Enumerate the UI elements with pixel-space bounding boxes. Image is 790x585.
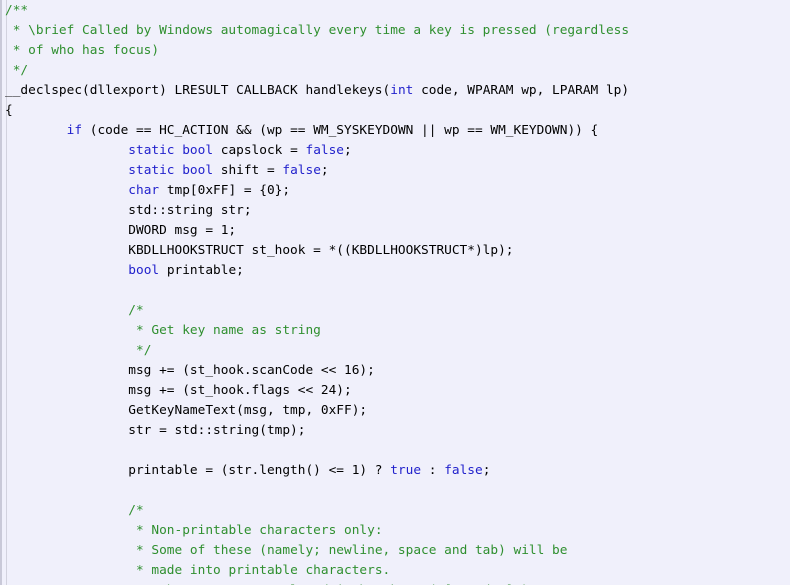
code-line: msg += (st_hook.flags << 24); — [5, 381, 629, 401]
code-token-plain: msg += (st_hook.scanCode << 16); — [5, 363, 375, 378]
code-token-keyword: false — [305, 143, 345, 158]
code-token-comment: * \brief Called by Windows automagically… — [5, 23, 630, 38]
code-line: * Others are encapsulated in brackets ('… — [5, 581, 629, 585]
code-token-plain: (code == HC_ACTION && (wp == WM_SYSKEYDO… — [82, 123, 599, 138]
code-line: /* — [5, 501, 629, 521]
code-token-comment: * made into printable characters. — [128, 563, 391, 578]
code-line: std::string str; — [5, 201, 629, 221]
code-token-plain: capslock = — [213, 143, 306, 158]
code-token-keyword: int — [390, 83, 414, 98]
code-token-plain: msg += (st_hook.flags << 24); — [5, 383, 352, 398]
code-token-plain: __declspec(dllexport) LRESULT CALLBACK h… — [5, 83, 391, 98]
code-line: DWORD msg = 1; — [5, 221, 629, 241]
code-line: * Some of these (namely; newline, space … — [5, 541, 629, 561]
code-token-plain: ; — [482, 463, 491, 478]
code-line: * Non-printable characters only: — [5, 521, 629, 541]
code-token-comment: */ — [5, 63, 29, 78]
code-line: * made into printable characters. — [5, 561, 629, 581]
code-token-plain: { — [5, 103, 13, 118]
code-token-plain: printable; — [159, 263, 244, 278]
code-line: static bool capslock = false; — [5, 141, 629, 161]
code-line: /** — [5, 1, 629, 21]
code-line: msg += (st_hook.scanCode << 16); — [5, 361, 629, 381]
code-token-comment: * of who has focus) — [5, 43, 160, 58]
code-line: printable = (str.length() <= 1) ? true :… — [5, 461, 629, 481]
code-token-plain: ; — [320, 163, 329, 178]
code-token-comment: /* — [128, 303, 144, 318]
code-token-plain: str = std::string(tmp); — [5, 423, 306, 438]
code-token-plain: printable = (str.length() <= 1) ? — [5, 463, 391, 478]
code-token-comment: * Get key name as string — [128, 323, 321, 338]
code-text-block[interactable]: /** * \brief Called by Windows automagic… — [5, 1, 629, 585]
code-token-comment: * Non-printable characters only: — [128, 523, 383, 538]
code-line: str = std::string(tmp); — [5, 421, 629, 441]
code-token-plain: tmp[0xFF] = {0}; — [159, 183, 291, 198]
code-token-plain: GetKeyNameText(msg, tmp, 0xFF); — [5, 403, 368, 418]
code-token-keyword: static bool — [128, 163, 214, 178]
code-token-comment: */ — [128, 343, 152, 358]
code-line: if (code == HC_ACTION && (wp == WM_SYSKE… — [5, 121, 629, 141]
code-line: __declspec(dllexport) LRESULT CALLBACK h… — [5, 81, 629, 101]
code-token-plain: : — [421, 463, 445, 478]
code-line: char tmp[0xFF] = {0}; — [5, 181, 629, 201]
code-line: /* — [5, 301, 629, 321]
code-token-plain: ; — [344, 143, 352, 158]
code-token-comment: /** — [5, 3, 29, 18]
code-token-keyword: false — [444, 463, 483, 478]
code-line: * of who has focus) — [5, 41, 629, 61]
code-line: static bool shift = false; — [5, 161, 629, 181]
code-token-plain: code, WPARAM wp, LPARAM lp) — [413, 83, 630, 98]
code-token-keyword: false — [282, 163, 321, 178]
code-token-plain: std::string str; — [5, 203, 252, 218]
code-token-keyword: static bool — [128, 143, 214, 158]
code-line: bool printable; — [5, 261, 629, 281]
code-line: * \brief Called by Windows automagically… — [5, 21, 629, 41]
code-token-keyword: if — [66, 123, 83, 138]
code-editor-view[interactable]: /** * \brief Called by Windows automagic… — [0, 0, 790, 585]
code-line: * Get key name as string — [5, 321, 629, 341]
code-token-plain: shift = — [213, 163, 283, 178]
code-token-plain: KBDLLHOOKSTRUCT st_hook = *((KBDLLHOOKST… — [5, 243, 514, 258]
code-line: KBDLLHOOKSTRUCT st_hook = *((KBDLLHOOKST… — [5, 241, 629, 261]
code-line: GetKeyNameText(msg, tmp, 0xFF); — [5, 401, 629, 421]
code-token-plain: DWORD msg = 1; — [5, 223, 237, 238]
code-token-comment: * Some of these (namely; newline, space … — [128, 543, 568, 558]
code-line: { — [5, 101, 629, 121]
code-line: */ — [5, 341, 629, 361]
code-token-keyword: true — [390, 463, 422, 478]
code-token-keyword: bool — [128, 263, 160, 278]
code-line: */ — [5, 61, 629, 81]
code-token-comment: /* — [128, 503, 144, 518]
code-token-keyword: char — [128, 183, 160, 198]
